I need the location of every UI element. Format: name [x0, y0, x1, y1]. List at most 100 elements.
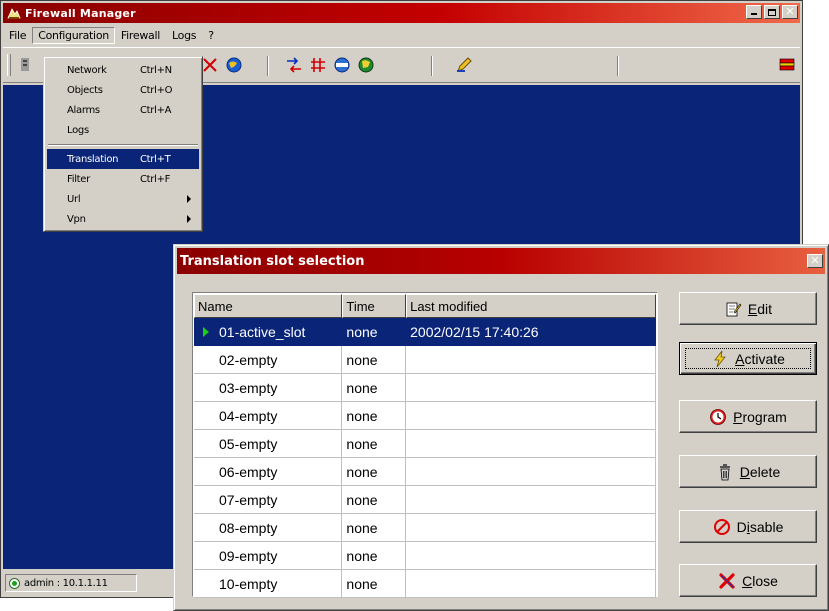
globe-tool-icon[interactable]	[225, 56, 243, 74]
status-flag-icon[interactable]	[778, 56, 796, 74]
maximize-button[interactable]	[764, 5, 780, 19]
toolbar-separator	[431, 56, 433, 76]
cell-last-modified	[406, 542, 656, 570]
delete-label: Delete	[739, 463, 781, 480]
close-label: Close	[742, 572, 778, 589]
internet-globe-icon[interactable]	[357, 56, 375, 74]
cell-time: none	[342, 318, 407, 346]
close-button[interactable]: Close	[679, 564, 817, 597]
menu-item-url[interactable]: Url	[47, 189, 199, 209]
cell-last-modified	[406, 346, 656, 374]
edit-pencil-icon[interactable]	[455, 56, 473, 74]
menu-item-label: Network	[67, 64, 107, 76]
table-row[interactable]: 08-empty none	[194, 514, 656, 542]
cell-time: none	[342, 542, 407, 570]
table-row[interactable]: 06-empty none	[194, 458, 656, 486]
cell-name: 04-empty	[194, 402, 343, 430]
table-row[interactable]: 09-empty none	[194, 542, 656, 570]
network-tool-icon[interactable]	[17, 56, 35, 74]
cell-name: 07-empty	[194, 486, 343, 514]
edit-button[interactable]: Edit	[679, 292, 817, 325]
cell-name: 09-empty	[194, 542, 343, 570]
table-row[interactable]: 05-empty none	[194, 430, 656, 458]
cell-last-modified	[406, 458, 656, 486]
table-row[interactable]: 02-empty none	[194, 346, 656, 374]
menubar: File Configuration Firewall Logs ?	[3, 25, 800, 45]
menu-item-shortcut: Ctrl+T	[140, 153, 171, 165]
translation-arrows-icon[interactable]	[285, 56, 303, 74]
menu-item-logs[interactable]: Logs	[47, 120, 199, 140]
menu-item-filter[interactable]: Filter Ctrl+F	[47, 169, 199, 189]
connected-status-icon	[9, 577, 20, 589]
filter-grid-icon[interactable]	[309, 56, 327, 74]
cell-time: none	[342, 346, 407, 374]
menu-item-label: Objects	[67, 84, 103, 96]
column-header-last-modified[interactable]: Last modified	[406, 294, 656, 318]
cell-name: 06-empty	[194, 458, 343, 486]
close-icon: ✕	[785, 5, 795, 18]
menu-item-shortcut: Ctrl+A	[140, 104, 172, 116]
menu-item-alarms[interactable]: Alarms Ctrl+A	[47, 100, 199, 120]
cell-name: 10-empty	[194, 570, 343, 598]
dialog-close-button[interactable]: ✕	[807, 254, 823, 268]
menu-item-label: Url	[67, 193, 81, 205]
translation-slot-dialog: Translation slot selection ✕ Name Time L…	[173, 244, 829, 611]
menu-help[interactable]: ?	[202, 27, 220, 44]
toolbar-grip[interactable]	[7, 54, 11, 76]
menu-file[interactable]: File	[3, 27, 32, 44]
vpn-tunnel-icon[interactable]	[333, 56, 351, 74]
window-controls: ✕	[746, 5, 798, 19]
filter-rules-icon[interactable]	[201, 56, 219, 74]
delete-button[interactable]: Delete	[679, 455, 817, 488]
activate-button[interactable]: Activate	[679, 342, 817, 375]
cell-last-modified	[406, 486, 656, 514]
program-label: Program	[733, 408, 787, 425]
configuration-menu: Network Ctrl+N Objects Ctrl+O Alarms Ctr…	[43, 56, 203, 232]
cell-last-modified	[406, 402, 656, 430]
cell-last-modified	[406, 374, 656, 402]
table-row[interactable]: 01-active_slot none 2002/02/15 17:40:26	[194, 318, 656, 346]
edit-icon	[726, 302, 742, 316]
menu-item-objects[interactable]: Objects Ctrl+O	[47, 80, 199, 100]
menu-configuration[interactable]: Configuration	[32, 26, 115, 44]
cell-time: none	[342, 374, 407, 402]
status-text: admin : 10.1.1.11	[24, 577, 108, 589]
clock-icon	[710, 408, 727, 425]
main-window-title: Firewall Manager	[25, 6, 136, 20]
disable-label: Disable	[736, 518, 784, 535]
cell-last-modified	[406, 570, 656, 598]
slot-list[interactable]: Name Time Last modified 01-active_slot n…	[192, 292, 658, 598]
table-row[interactable]: 07-empty none	[194, 486, 656, 514]
minimize-icon	[751, 13, 757, 15]
table-row[interactable]: 10-empty none	[194, 570, 656, 598]
lightning-icon	[714, 350, 726, 367]
program-button[interactable]: Program	[679, 400, 817, 433]
minimize-button[interactable]	[746, 5, 762, 19]
dialog-title: Translation slot selection	[180, 253, 365, 269]
table-row[interactable]: 03-empty none	[194, 374, 656, 402]
menu-item-translation[interactable]: Translation Ctrl+T	[47, 149, 199, 169]
disable-button[interactable]: Disable	[679, 510, 817, 543]
menu-logs[interactable]: Logs	[166, 27, 202, 44]
cell-last-modified	[406, 430, 656, 458]
dialog-titlebar[interactable]: Translation slot selection ✕	[177, 248, 825, 274]
prohibited-icon	[713, 518, 730, 535]
menu-firewall[interactable]: Firewall	[115, 27, 166, 44]
cell-name: 01-active_slot	[194, 318, 343, 346]
cell-name-text: 01-active_slot	[219, 323, 306, 340]
close-window-button[interactable]: ✕	[782, 5, 798, 19]
close-x-icon	[719, 572, 735, 589]
active-slot-arrow-icon	[203, 327, 209, 337]
main-titlebar[interactable]: Firewall Manager ✕	[3, 3, 800, 23]
menu-separator	[48, 144, 198, 146]
menu-item-label: Logs	[67, 124, 89, 136]
column-header-name[interactable]: Name	[194, 294, 343, 318]
cell-name: 08-empty	[194, 514, 343, 542]
column-header-time[interactable]: Time	[342, 294, 407, 318]
table-row[interactable]: 04-empty none	[194, 402, 656, 430]
cell-time: none	[342, 570, 407, 598]
menu-item-network[interactable]: Network Ctrl+N	[47, 60, 199, 80]
cell-time: none	[342, 514, 407, 542]
menu-item-vpn[interactable]: Vpn	[47, 209, 199, 229]
menu-item-shortcut: Ctrl+N	[140, 64, 172, 76]
